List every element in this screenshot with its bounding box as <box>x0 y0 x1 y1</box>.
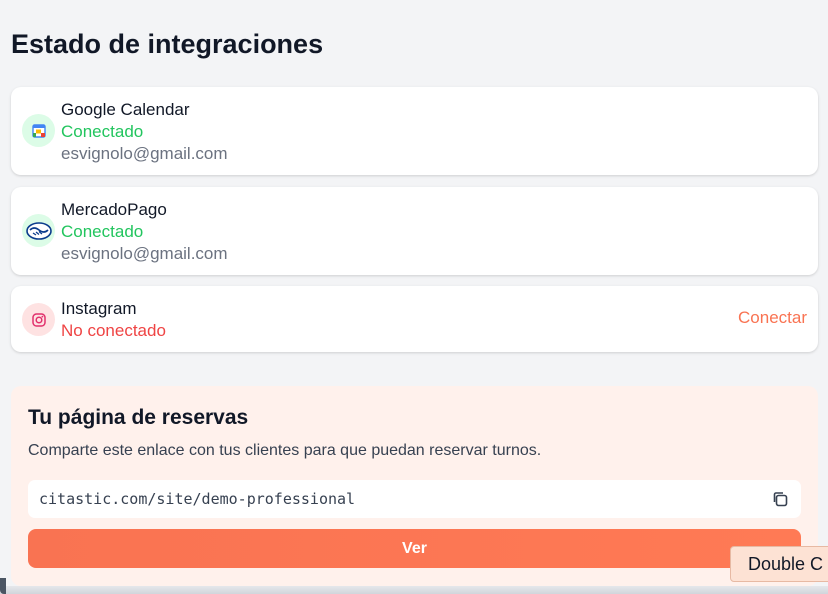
tooltip: Double C <box>730 546 828 582</box>
integrations-page: Estado de integraciones Google Calendar … <box>0 0 828 594</box>
booking-link: citastic.com/site/demo-professional <box>39 490 356 508</box>
integration-card-google-calendar: Google Calendar Conectado esvignolo@gmai… <box>11 87 818 175</box>
copy-icon[interactable] <box>771 490 789 508</box>
integration-email: esvignolo@gmail.com <box>61 244 228 263</box>
integration-status: Conectado <box>61 122 144 141</box>
booking-description: Comparte este enlace con tus clientes pa… <box>28 442 542 459</box>
connect-instagram-link[interactable]: Conectar <box>738 308 807 328</box>
instagram-icon <box>22 303 55 336</box>
window-corner <box>0 578 6 594</box>
integration-email: esvignolo@gmail.com <box>61 144 228 163</box>
integration-card-mercadopago: MercadoPago Conectado esvignolo@gmail.co… <box>11 187 818 275</box>
page-title: Estado de integraciones <box>11 29 324 59</box>
integration-card-instagram: Instagram No conectado Conectar <box>11 286 818 352</box>
booking-link-box: citastic.com/site/demo-professional <box>28 480 801 518</box>
integration-name: Google Calendar <box>61 100 190 119</box>
mercadopago-icon <box>22 214 55 247</box>
integration-status: No conectado <box>61 321 166 340</box>
integration-name: Instagram <box>61 299 137 318</box>
bottom-edge <box>0 586 828 594</box>
booking-page-section: Tu página de reservas Comparte este enla… <box>11 386 818 586</box>
google-calendar-icon <box>22 114 55 147</box>
booking-title: Tu página de reservas <box>28 406 249 429</box>
integration-name: MercadoPago <box>61 200 167 219</box>
view-booking-page-button[interactable]: Ver <box>28 529 801 568</box>
integration-status: Conectado <box>61 222 144 241</box>
